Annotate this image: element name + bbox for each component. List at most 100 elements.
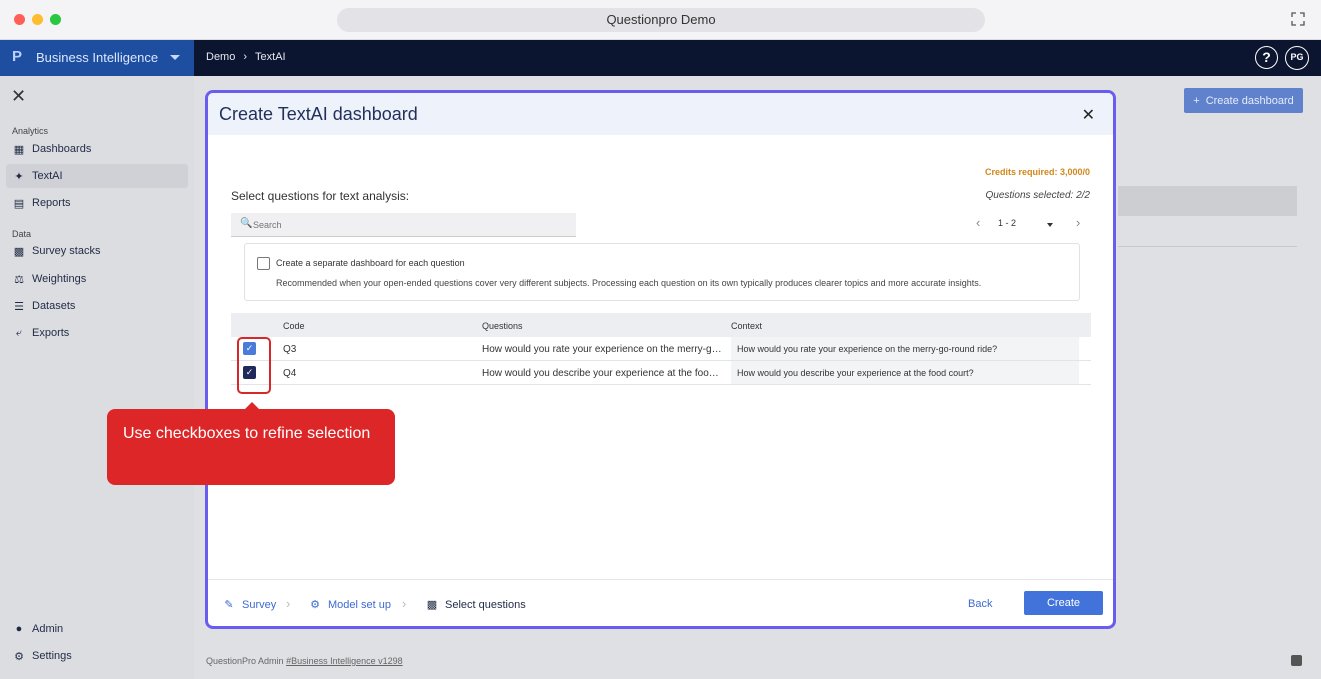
footer: QuestionPro Admin #Business Intelligence… bbox=[206, 656, 403, 666]
step-model-setup[interactable]: ⚙ Model set up bbox=[309, 598, 391, 612]
table-header: Code Questions Context bbox=[231, 313, 1091, 337]
dialog-title: Create TextAI dashboard bbox=[219, 104, 418, 124]
sparkle-icon: ✦ bbox=[14, 170, 24, 183]
chevron-right-icon: › bbox=[243, 51, 248, 63]
close-icon[interactable]: ✕ bbox=[1082, 105, 1095, 125]
column-header-questions[interactable]: Questions bbox=[482, 321, 523, 331]
sidebar-item-label: Weightings bbox=[32, 273, 87, 285]
sidebar-item-label: TextAI bbox=[32, 170, 63, 182]
chevron-left-icon[interactable]: ‹ bbox=[976, 215, 980, 230]
background-row bbox=[1118, 186, 1297, 216]
dialog-footer: ✎ Survey › ⚙ Model set up › ▩ Select que… bbox=[208, 579, 1113, 626]
footer-prefix: QuestionPro Admin bbox=[206, 656, 284, 666]
sidebar-item-settings[interactable]: ⚙ Settings bbox=[6, 644, 188, 668]
app-topbar: P Business Intelligence Demo › TextAI ? … bbox=[0, 40, 1321, 76]
sidebar-item-label: Reports bbox=[32, 197, 71, 209]
sidebar-item-label: Datasets bbox=[32, 300, 76, 312]
close-window-button[interactable] bbox=[14, 14, 25, 25]
question-context: How would you describe your experience a… bbox=[731, 361, 1079, 384]
version-link[interactable]: #Business Intelligence v1298 bbox=[286, 656, 403, 666]
column-header-context[interactable]: Context bbox=[731, 321, 762, 331]
sidebar-item-datasets[interactable]: ☰ Datasets bbox=[6, 294, 188, 318]
table-row[interactable]: ✓ Q4 How would you describe your experie… bbox=[231, 361, 1091, 385]
browser-chrome: Questionpro Demo bbox=[0, 0, 1321, 40]
sidebar-item-label: Exports bbox=[32, 327, 70, 339]
scale-icon: ⚖ bbox=[14, 273, 24, 286]
grid-icon[interactable] bbox=[1291, 655, 1302, 666]
column-header-code[interactable]: Code bbox=[283, 321, 305, 331]
search-box: 🔍 bbox=[231, 213, 576, 237]
search-input[interactable] bbox=[253, 216, 563, 234]
step-label: Survey bbox=[242, 598, 277, 611]
sidebar-item-exports[interactable]: ⤶ Exports bbox=[6, 321, 188, 345]
stack-icon: ▩ bbox=[13, 245, 25, 258]
plus-icon: + bbox=[1193, 94, 1200, 107]
table-row[interactable]: ✓ Q3 How would you rate your experience … bbox=[231, 337, 1091, 361]
minimize-window-button[interactable] bbox=[32, 14, 43, 25]
step-label: Select questions bbox=[445, 598, 526, 611]
sidebar: ✕ Analytics ▦ Dashboards ✦ TextAI ▤ Repo… bbox=[0, 76, 194, 679]
checkbox-highlight bbox=[237, 337, 271, 394]
chevron-right-icon: › bbox=[286, 596, 291, 611]
sidebar-item-survey-stacks[interactable]: ▩ Survey stacks bbox=[6, 239, 188, 263]
create-button[interactable]: Create bbox=[1024, 591, 1103, 615]
sidebar-item-reports[interactable]: ▤ Reports bbox=[6, 191, 188, 215]
chat-icon: ▩ bbox=[426, 599, 438, 611]
question-context: How would you rate your experience on th… bbox=[731, 337, 1079, 360]
caret-down-icon[interactable] bbox=[1047, 223, 1053, 227]
breadcrumb-item: TextAI bbox=[255, 51, 286, 63]
breadcrumb-item[interactable]: Demo bbox=[206, 51, 235, 63]
questions-selected-count: Questions selected: 2/2 bbox=[985, 190, 1090, 201]
pagination: ‹ 1 - 2 › bbox=[976, 215, 1096, 233]
caret-down-icon bbox=[170, 55, 180, 60]
step-label: Model set up bbox=[328, 598, 391, 611]
chevron-right-icon[interactable]: › bbox=[1076, 215, 1080, 230]
sidebar-item-textai[interactable]: ✦ TextAI bbox=[6, 164, 188, 188]
report-icon: ▤ bbox=[13, 197, 25, 210]
export-icon: ⤶ bbox=[15, 326, 23, 339]
credits-required: Credits required: 3,000/0 bbox=[984, 167, 1090, 177]
tooltip-callout: Use checkboxes to refine selection bbox=[107, 409, 395, 485]
close-icon[interactable]: ✕ bbox=[11, 86, 26, 107]
product-switcher[interactable]: P Business Intelligence bbox=[0, 40, 194, 76]
step-select-questions[interactable]: ▩ Select questions bbox=[426, 598, 526, 612]
option-label: Create a separate dashboard for each que… bbox=[276, 258, 465, 268]
sidebar-item-label: Dashboards bbox=[32, 143, 92, 155]
chevron-right-icon: › bbox=[402, 596, 407, 611]
page-range[interactable]: 1 - 2 bbox=[998, 218, 1016, 228]
search-icon: 🔍 bbox=[240, 218, 253, 229]
user-avatar[interactable]: PG bbox=[1285, 46, 1309, 70]
select-questions-label: Select questions for text analysis: bbox=[231, 189, 410, 203]
shield-icon: ● bbox=[15, 623, 23, 635]
create-dashboard-button[interactable]: + Create dashboard bbox=[1184, 88, 1303, 113]
divider bbox=[1118, 246, 1297, 247]
help-button[interactable]: ? bbox=[1255, 46, 1278, 69]
back-button[interactable]: Back bbox=[968, 598, 992, 610]
sidebar-item-dashboards[interactable]: ▦ Dashboards bbox=[6, 137, 188, 161]
maximize-window-button[interactable] bbox=[50, 14, 61, 25]
question-text: How would you describe your experience a… bbox=[482, 368, 722, 379]
question-text: How would you rate your experience on th… bbox=[482, 344, 722, 355]
sidebar-item-admin[interactable]: ● Admin bbox=[6, 617, 188, 641]
sidebar-item-weightings[interactable]: ⚖ Weightings bbox=[6, 267, 188, 291]
separate-dashboard-option: Create a separate dashboard for each que… bbox=[244, 243, 1080, 301]
create-textai-dialog: Create TextAI dashboard ✕ Credits requir… bbox=[205, 90, 1116, 629]
dashboard-icon: ▦ bbox=[13, 143, 25, 156]
window-controls bbox=[14, 14, 61, 25]
fullscreen-icon[interactable] bbox=[1291, 12, 1305, 26]
address-bar[interactable]: Questionpro Demo bbox=[337, 8, 985, 32]
step-survey[interactable]: ✎ Survey bbox=[223, 598, 277, 612]
sidebar-item-label: Admin bbox=[32, 623, 64, 635]
option-description: Recommended when your open-ended questio… bbox=[276, 278, 982, 288]
create-dashboard-label: Create dashboard bbox=[1205, 94, 1294, 107]
question-code: Q3 bbox=[283, 344, 297, 355]
sidebar-section-title: Analytics bbox=[12, 126, 49, 136]
question-code: Q4 bbox=[283, 368, 297, 379]
separate-dashboard-checkbox[interactable] bbox=[257, 257, 270, 270]
product-name: Business Intelligence bbox=[36, 50, 159, 65]
sidebar-section-title: Data bbox=[12, 229, 32, 239]
survey-icon: ✎ bbox=[224, 599, 234, 611]
sidebar-item-label: Survey stacks bbox=[32, 245, 101, 257]
list-icon: ☰ bbox=[14, 300, 24, 313]
breadcrumb: Demo › TextAI bbox=[206, 51, 286, 63]
